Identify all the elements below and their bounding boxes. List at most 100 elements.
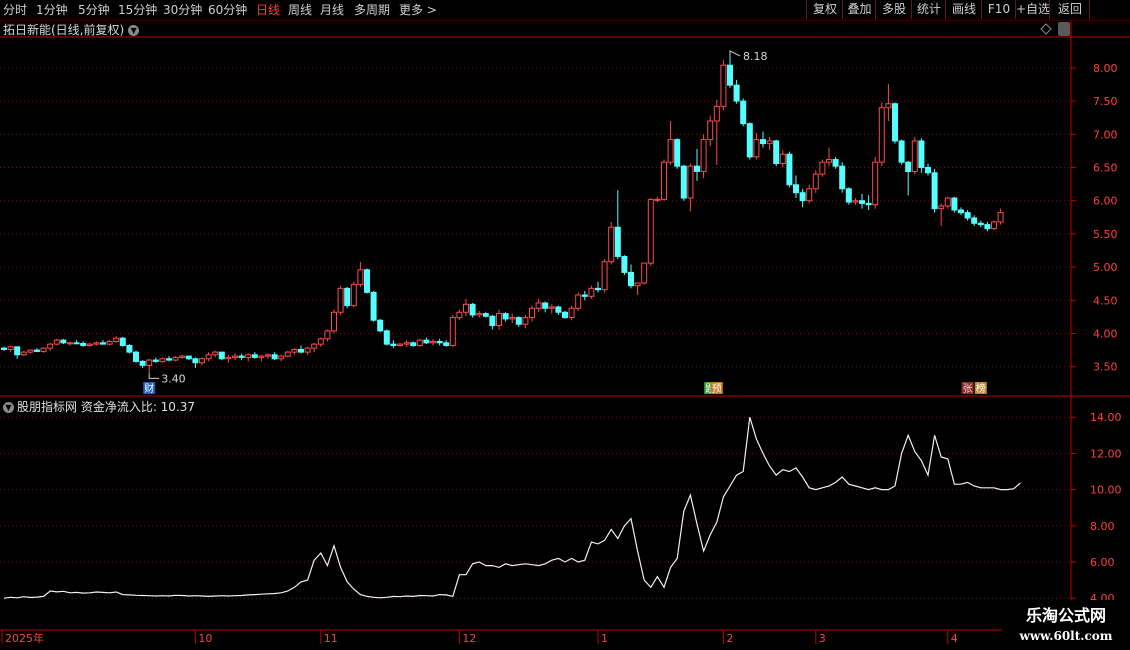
candle-body <box>60 339 67 344</box>
candle <box>806 184 813 204</box>
candle-body <box>185 355 192 360</box>
event-marker: 财 <box>143 382 156 395</box>
candle <box>991 220 997 230</box>
event-markers[interactable]: 财题预张榜 <box>143 382 987 395</box>
candle-body <box>284 351 291 357</box>
candle-body <box>337 287 344 313</box>
candle-body <box>251 354 258 358</box>
candle <box>185 355 192 361</box>
candle <box>647 198 654 266</box>
candle-body <box>859 200 865 204</box>
candle <box>146 358 153 374</box>
chart-canvas[interactable]: 8.00 7.50 7.00 6.50 6.00 5.50 5.00 4.50 4.00 3.50… <box>0 0 1130 650</box>
candle <box>753 132 760 160</box>
candle-body <box>727 64 733 86</box>
candle-body <box>555 306 562 313</box>
candle-body <box>529 307 535 319</box>
candle <box>621 255 628 276</box>
candle-body <box>34 349 40 352</box>
chart-title: 拓日新能(日线,前复权) <box>3 23 125 37</box>
indicator-series[interactable] <box>3 417 1021 599</box>
scrollbar-handle[interactable] <box>1058 22 1070 36</box>
axis-frame <box>0 21 1130 631</box>
candle <box>964 209 971 221</box>
x-tick-label: 2025年 <box>5 631 44 645</box>
candle <box>905 160 912 196</box>
chevron-down-icon[interactable]: ▼ <box>3 402 14 413</box>
candle-body <box>416 339 423 346</box>
candle <box>416 338 423 347</box>
candle-body <box>20 351 27 356</box>
candle-body <box>608 226 615 263</box>
candle <box>892 102 898 144</box>
candlestick-series[interactable] <box>1 55 1004 374</box>
candle <box>364 268 370 294</box>
candle <box>575 292 582 311</box>
indicator-title: 股朋指标网 资金净流入比: 10.37 <box>17 400 196 414</box>
candle-body <box>469 303 476 316</box>
candle-body <box>575 294 582 309</box>
candle <box>878 102 885 167</box>
candle <box>595 281 601 293</box>
candle <box>14 346 21 359</box>
candle-body <box>786 153 793 186</box>
candle <box>654 196 661 203</box>
price-gridlines <box>0 67 1069 368</box>
candle-body <box>159 358 166 362</box>
candle-body <box>304 347 311 353</box>
date-x-axis: 2025年 10 11 12 1 2 3 4 <box>1 630 958 645</box>
candle-body <box>430 340 436 344</box>
event-marker: 榜 <box>974 382 987 395</box>
candle-body <box>258 355 265 358</box>
candle <box>489 314 496 330</box>
candle-body <box>496 313 502 327</box>
candle-body <box>733 84 740 102</box>
candle <box>509 313 516 323</box>
candle-body <box>410 342 417 346</box>
chevron-down-icon[interactable]: ▼ <box>128 25 140 36</box>
candle-body <box>100 342 106 345</box>
candle-body <box>27 349 34 353</box>
candle-body <box>984 224 991 230</box>
candle <box>826 147 832 167</box>
candle <box>291 348 298 355</box>
candle-body <box>872 161 879 206</box>
diamond-icon[interactable] <box>1040 23 1052 35</box>
candle-body <box>502 313 509 320</box>
candle-body <box>667 139 674 163</box>
candle-body <box>852 200 859 203</box>
candle-body <box>905 161 912 172</box>
x-tick-label: 10 <box>198 632 212 645</box>
candle <box>205 352 212 362</box>
price-tick-label: 7.50 <box>1093 95 1118 108</box>
candle-body <box>911 140 918 172</box>
candle-body <box>694 165 700 172</box>
candle-body <box>192 358 199 364</box>
candle-body <box>225 356 232 360</box>
event-marker-label: 榜 <box>976 382 986 395</box>
candle-body <box>443 342 450 346</box>
candle-body <box>588 287 595 297</box>
candle <box>317 337 324 347</box>
watermark-line2: www.60lt.com <box>1019 629 1113 643</box>
candle <box>172 356 179 362</box>
candle <box>284 350 291 358</box>
x-tick-label: 12 <box>462 632 476 645</box>
candle <box>588 285 595 299</box>
candle <box>106 340 113 346</box>
candle <box>529 305 535 322</box>
candle <box>997 208 1004 225</box>
candle <box>443 340 450 347</box>
indicator-y-axis: 14.0012.0010.008.006.004.00 <box>1071 411 1122 605</box>
candle-body <box>865 202 872 206</box>
min-price-pointer <box>148 373 160 379</box>
candle <box>304 346 311 355</box>
candle-body <box>119 337 126 346</box>
candle-body <box>80 342 87 346</box>
candle-body <box>713 105 720 122</box>
price-annotations: 8.18 3.40 <box>148 50 768 385</box>
candle-body <box>436 340 443 344</box>
candle <box>298 345 304 354</box>
candle-body <box>146 359 153 366</box>
candle <box>152 357 159 363</box>
